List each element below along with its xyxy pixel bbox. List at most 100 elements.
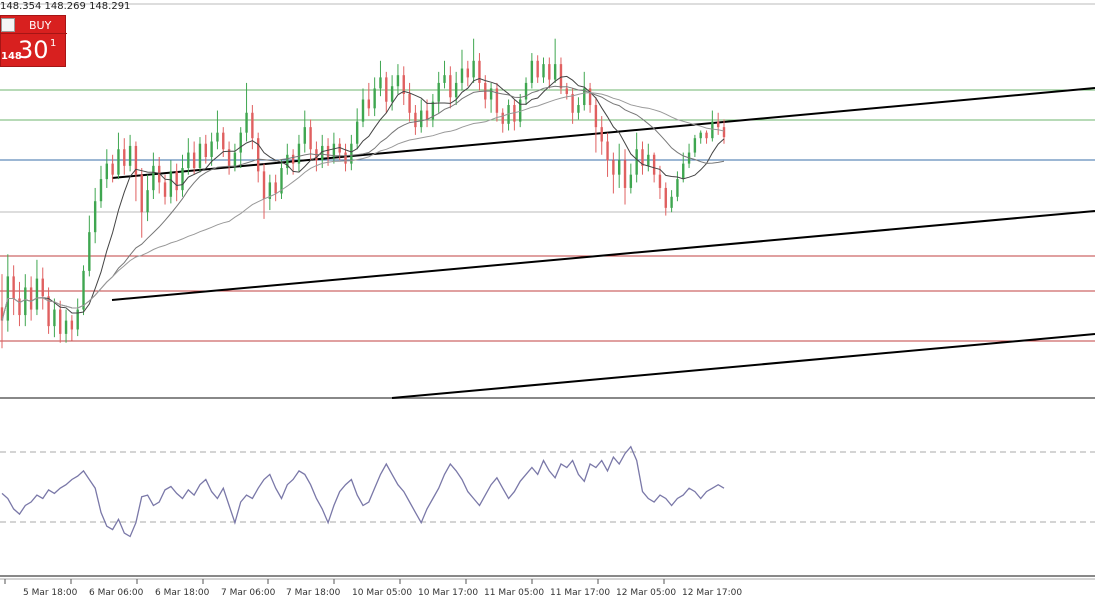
candle-body [361, 99, 365, 122]
candle-body [536, 60, 539, 78]
candle-body [501, 112, 504, 124]
x-tick-label: 10 Mar 17:00 [418, 588, 478, 598]
candle-body [198, 143, 202, 169]
candle-body [128, 145, 132, 166]
x-tick-label: 11 Mar 17:00 [550, 588, 610, 598]
candle-body [437, 82, 440, 102]
price-sup: 1 [50, 38, 57, 49]
x-tick-label: 5 Mar 18:00 [23, 588, 78, 598]
candle-body [396, 75, 400, 87]
panel-divider [1, 33, 67, 34]
x-tick-label: 12 Mar 05:00 [616, 588, 676, 598]
candle-body [524, 82, 528, 100]
candle-body [192, 152, 196, 169]
candle-body [460, 68, 464, 83]
candle-body [594, 105, 598, 128]
ohlc-readout: 148.354 148.269 148.291 [0, 1, 131, 12]
candle-body [204, 143, 207, 157]
candle-body [693, 138, 697, 153]
candle-body [664, 187, 667, 208]
candle-body [682, 163, 685, 180]
candle-body [711, 121, 714, 139]
candle-body [53, 309, 56, 327]
candle-body [297, 143, 301, 164]
candle-body [478, 60, 481, 83]
candle-body [146, 190, 149, 213]
candle-body [233, 152, 237, 166]
candle-body [117, 149, 120, 175]
candle-body [175, 171, 178, 191]
candle-body [18, 298, 21, 316]
sell-tab[interactable] [1, 18, 15, 32]
x-tick-label: 11 Mar 05:00 [484, 588, 544, 598]
x-tick-label: 10 Mar 05:00 [352, 588, 412, 598]
candle-body [181, 168, 184, 191]
trading-chart: 5 Mar 18:00 6 Mar 06:00 6 Mar 18:00 7 Mar 0… [0, 0, 1095, 600]
candle-body [344, 152, 347, 164]
candle-body [187, 152, 190, 169]
candle-body [373, 88, 376, 109]
candle-body [571, 93, 574, 113]
candle-body [152, 165, 155, 191]
candle-body [449, 75, 452, 98]
candle-body [169, 171, 173, 197]
candle-body [606, 141, 609, 161]
candle-body [367, 99, 371, 109]
candle-body [379, 77, 382, 89]
candle-body [722, 127, 726, 138]
candle-body [210, 141, 213, 157]
candle-body [303, 127, 306, 144]
candle-body [93, 201, 97, 233]
candle-body [35, 278, 39, 310]
candle-body [472, 60, 475, 78]
candle-body [245, 112, 248, 133]
candle-body [309, 127, 312, 150]
candle-body [495, 88, 499, 113]
candle-body [676, 179, 679, 197]
candle-body [24, 287, 27, 316]
candle-body [414, 112, 417, 128]
bottom-channel-line [391, 333, 1095, 399]
candle-body [652, 154, 656, 175]
x-tick-label: 7 Mar 06:00 [221, 588, 276, 598]
candle-body [111, 163, 114, 175]
candle-body [59, 309, 62, 334]
candle-body [216, 132, 219, 142]
candle-body [699, 132, 702, 139]
candle-body [565, 88, 568, 94]
candle-body [705, 132, 708, 139]
candle-body [647, 154, 650, 166]
candle-body [274, 182, 277, 194]
candle-body [163, 182, 167, 197]
price-big: 30 [18, 36, 49, 64]
candle-body [390, 86, 394, 102]
candle-body [443, 75, 446, 83]
candle-body [629, 174, 633, 188]
candle-body [670, 196, 673, 208]
candle-body [70, 320, 74, 330]
candle-body [41, 278, 44, 297]
candle-body [559, 64, 563, 89]
candle-body [29, 287, 33, 310]
candle-body [548, 64, 551, 80]
candle-body [542, 64, 545, 78]
candle-body [239, 132, 242, 153]
candle-body [291, 154, 295, 164]
candle-body [99, 179, 103, 202]
x-tick-label: 7 Mar 18:00 [286, 588, 341, 598]
candle-body [577, 105, 580, 113]
candle-body [623, 160, 627, 188]
candle-body [612, 160, 615, 175]
candle-body [332, 143, 336, 157]
buy-button-label[interactable]: BUY [29, 19, 51, 32]
candle-body [408, 93, 411, 113]
candle-body [12, 276, 15, 299]
candle-body [425, 110, 429, 120]
candle-body [105, 163, 109, 180]
upper-channel-line [111, 87, 1095, 179]
candle-body [420, 110, 423, 128]
candle-body [600, 127, 603, 142]
candle-body [385, 77, 388, 102]
candle-body [123, 149, 126, 166]
one-click-trading-panel[interactable]: BUY 148 30 1 [0, 15, 67, 67]
